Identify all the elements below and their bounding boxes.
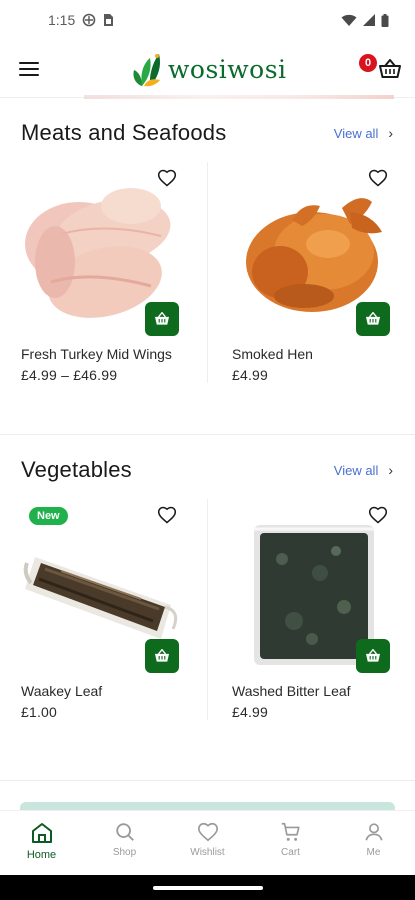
product-price: £1.00 xyxy=(21,704,58,720)
view-all-link[interactable]: View all › xyxy=(334,125,393,141)
section-title: Meats and Seafoods xyxy=(21,120,227,145)
meats-product-row: Fresh Turkey Mid Wings £4.99 – £46.99 Sm… xyxy=(0,162,415,383)
header-cart-button[interactable]: 0 xyxy=(359,53,401,84)
wishlist-heart-icon[interactable] xyxy=(157,505,177,525)
view-all-label: View all xyxy=(333,125,379,141)
section-divider xyxy=(0,434,415,435)
add-to-cart-button[interactable] xyxy=(145,639,179,673)
heart-icon xyxy=(197,822,218,842)
sim-card-icon xyxy=(104,14,114,26)
product-card[interactable]: Fresh Turkey Mid Wings £4.99 – £46.99 xyxy=(0,162,207,383)
system-gesture-bar xyxy=(0,875,415,900)
search-icon xyxy=(115,823,134,841)
product-price: £4.99 xyxy=(232,704,269,720)
nav-label: Home xyxy=(26,849,57,861)
cart-count-badge: 0 xyxy=(359,53,377,72)
status-time: 1:15 xyxy=(48,12,76,28)
data-saver-icon xyxy=(82,13,96,27)
add-to-cart-button[interactable] xyxy=(356,639,390,673)
basket-icon xyxy=(155,649,169,662)
view-all-link[interactable]: View all › xyxy=(334,462,393,478)
product-card[interactable]: Washed Bitter Leaf £4.99 xyxy=(207,499,414,720)
menu-icon[interactable] xyxy=(19,61,39,76)
nav-cart[interactable]: Cart xyxy=(256,821,326,858)
view-all-label: View all xyxy=(333,462,379,478)
wishlist-heart-icon[interactable] xyxy=(368,505,388,525)
product-image[interactable] xyxy=(21,162,183,336)
wishlist-heart-icon[interactable] xyxy=(157,168,177,188)
vegetables-section-header: Vegetables View all › xyxy=(21,457,393,483)
section-divider xyxy=(0,780,415,781)
product-name[interactable]: Fresh Turkey Mid Wings xyxy=(21,344,181,365)
basket-icon xyxy=(155,312,169,325)
home-gesture-handle[interactable] xyxy=(152,885,263,890)
signal-icon xyxy=(363,14,375,26)
wifi-icon xyxy=(341,14,357,26)
nav-label: Wishlist xyxy=(190,847,225,858)
product-name[interactable]: Smoked Hen xyxy=(232,344,392,365)
basket-icon xyxy=(366,649,380,662)
product-card[interactable]: Smoked Hen £4.99 xyxy=(207,162,414,383)
meats-section-header: Meats and Seafoods View all › xyxy=(21,120,393,146)
product-name[interactable]: Washed Bitter Leaf xyxy=(232,681,392,702)
nav-label: Shop xyxy=(112,847,137,858)
vegetables-product-row: New Waakey Leaf £1.00 Washed Bitter Leaf… xyxy=(0,499,415,720)
add-to-cart-button[interactable] xyxy=(145,302,179,336)
leaf-logo-icon xyxy=(133,54,160,87)
banner-peek xyxy=(84,95,394,99)
wosiwosi-logo[interactable]: wosiwosi xyxy=(130,50,287,88)
wishlist-heart-icon[interactable] xyxy=(368,168,388,188)
nav-label: Me xyxy=(366,847,381,858)
product-price: £4.99 xyxy=(232,367,269,383)
section-title: Vegetables xyxy=(21,457,132,482)
basket-icon xyxy=(379,58,401,78)
nav-shop[interactable]: Shop xyxy=(90,821,160,858)
product-image[interactable] xyxy=(232,499,394,673)
product-name[interactable]: Waakey Leaf xyxy=(21,681,181,702)
logo-text: wosiwosi xyxy=(168,54,287,84)
product-image[interactable] xyxy=(232,162,394,336)
nav-me[interactable]: Me xyxy=(339,821,409,858)
top-app-bar: wosiwosi 0 xyxy=(0,40,415,98)
home-icon xyxy=(31,823,52,843)
product-card[interactable]: New Waakey Leaf £1.00 xyxy=(0,499,207,720)
add-to-cart-button[interactable] xyxy=(356,302,390,336)
battery-icon xyxy=(381,13,389,27)
nav-wishlist[interactable]: Wishlist xyxy=(173,821,243,858)
bottom-navigation: Home Shop Wishlist Cart Me xyxy=(0,810,415,875)
basket-icon xyxy=(366,312,380,325)
chevron-right-icon: › xyxy=(388,462,393,478)
nav-label: Cart xyxy=(281,847,300,858)
user-icon xyxy=(364,823,383,841)
cart-icon xyxy=(281,822,300,841)
product-price: £4.99 – £46.99 xyxy=(21,367,118,383)
nav-home[interactable]: Home xyxy=(7,821,77,861)
new-badge: New xyxy=(29,507,68,525)
chevron-right-icon: › xyxy=(388,125,393,141)
product-image[interactable]: New xyxy=(21,499,183,673)
status-bar: 1:15 xyxy=(0,0,415,40)
